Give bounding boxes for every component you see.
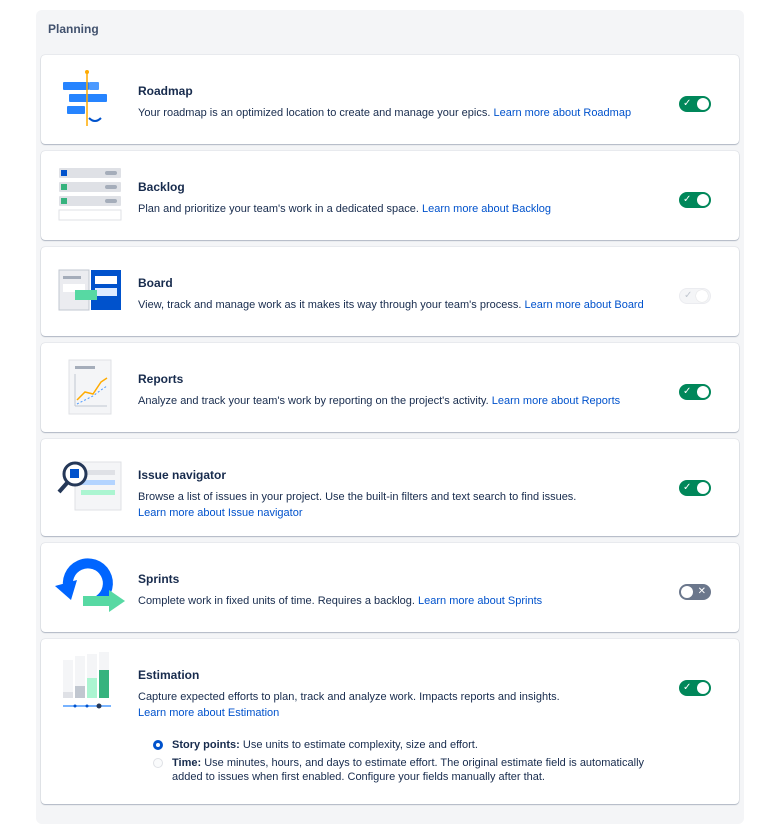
feature-title: Backlog bbox=[138, 180, 185, 194]
radio-option-story-points[interactable]: Story points: Use units to estimate comp… bbox=[153, 738, 653, 752]
feature-text: Roadmap Your roadmap is an optimized loc… bbox=[138, 84, 649, 121]
feature-card-backlog: Backlog Plan and prioritize your team's … bbox=[41, 151, 739, 240]
sprints-illustration bbox=[55, 558, 125, 612]
learn-more-link-estimation[interactable]: Learn more about Estimation bbox=[138, 707, 279, 719]
learn-more-link-issue-navigator[interactable]: Learn more about Issue navigator bbox=[138, 507, 303, 519]
feature-title: Issue navigator bbox=[138, 468, 227, 482]
feature-text: Issue navigator Browse a list of issues … bbox=[138, 468, 649, 521]
board-illustration bbox=[58, 269, 121, 311]
feature-title: Roadmap bbox=[138, 84, 193, 98]
toggle-roadmap[interactable]: ✓ bbox=[679, 96, 711, 112]
feature-title: Estimation bbox=[138, 668, 200, 682]
estimation-illustration bbox=[63, 652, 111, 709]
toggle-reports[interactable]: ✓ bbox=[679, 384, 711, 400]
checkmark-icon: ✓ bbox=[683, 482, 692, 493]
feature-card-sprints: Sprints Complete work in fixed units of … bbox=[41, 543, 739, 632]
learn-more-link-roadmap[interactable]: Learn more about Roadmap bbox=[493, 107, 631, 119]
feature-text: Board View, track and manage work as it … bbox=[138, 276, 649, 313]
feature-card-issue-navigator: Issue navigator Browse a list of issues … bbox=[41, 439, 739, 536]
feature-text: Backlog Plan and prioritize your team's … bbox=[138, 180, 649, 217]
radio-button-story-points[interactable] bbox=[153, 740, 163, 750]
feature-description: Analyze and track your team's work by re… bbox=[138, 395, 621, 407]
learn-more-link-sprints[interactable]: Learn more about Sprints bbox=[418, 595, 542, 607]
feature-card-roadmap: Roadmap Your roadmap is an optimized loc… bbox=[41, 55, 739, 144]
feature-description: Capture expected efforts to plan, track … bbox=[138, 691, 560, 719]
toggle-backlog[interactable]: ✓ bbox=[679, 192, 711, 208]
feature-title: Board bbox=[138, 276, 173, 290]
feature-text: Reports Analyze and track your team's wo… bbox=[138, 372, 649, 409]
toggle-issue-navigator[interactable]: ✓ bbox=[679, 480, 711, 496]
learn-more-link-backlog[interactable]: Learn more about Backlog bbox=[422, 203, 551, 215]
learn-more-link-reports[interactable]: Learn more about Reports bbox=[492, 395, 620, 407]
toggle-sprints[interactable]: ✕ bbox=[679, 584, 711, 600]
reports-illustration bbox=[68, 359, 112, 415]
feature-description: Browse a list of issues in your project.… bbox=[138, 491, 577, 519]
feature-title: Reports bbox=[138, 372, 184, 386]
checkmark-icon: ✓ bbox=[684, 290, 693, 301]
learn-more-link-board[interactable]: Learn more about Board bbox=[524, 299, 643, 311]
feature-title: Sprints bbox=[138, 572, 180, 586]
feature-text: Estimation Capture expected efforts to p… bbox=[138, 668, 649, 721]
feature-card-board: Board View, track and manage work as it … bbox=[41, 247, 739, 336]
feature-text: Sprints Complete work in fixed units of … bbox=[138, 572, 649, 609]
x-icon: ✕ bbox=[697, 586, 706, 597]
backlog-illustration bbox=[58, 168, 122, 221]
feature-description: Plan and prioritize your team's work in … bbox=[138, 203, 552, 215]
estimation-radio-group: Story points: Use units to estimate comp… bbox=[153, 738, 653, 788]
section-title: Planning bbox=[48, 22, 99, 36]
radio-button-time[interactable] bbox=[153, 758, 163, 768]
checkmark-icon: ✓ bbox=[683, 98, 692, 109]
checkmark-icon: ✓ bbox=[683, 194, 692, 205]
radio-option-time[interactable]: Time: Use minutes, hours, and days to es… bbox=[153, 756, 653, 784]
roadmap-illustration bbox=[63, 70, 107, 126]
feature-description: Complete work in fixed units of time. Re… bbox=[138, 595, 543, 607]
feature-description: Your roadmap is an optimized location to… bbox=[138, 107, 632, 119]
toggle-estimation[interactable]: ✓ bbox=[679, 680, 711, 696]
checkmark-icon: ✓ bbox=[683, 682, 692, 693]
feature-description: View, track and manage work as it makes … bbox=[138, 299, 644, 311]
feature-card-reports: Reports Analyze and track your team's wo… bbox=[41, 343, 739, 432]
checkmark-icon: ✓ bbox=[683, 386, 692, 397]
issue-navigator-illustration bbox=[57, 461, 122, 511]
toggle-board[interactable]: ✓ bbox=[679, 288, 711, 304]
